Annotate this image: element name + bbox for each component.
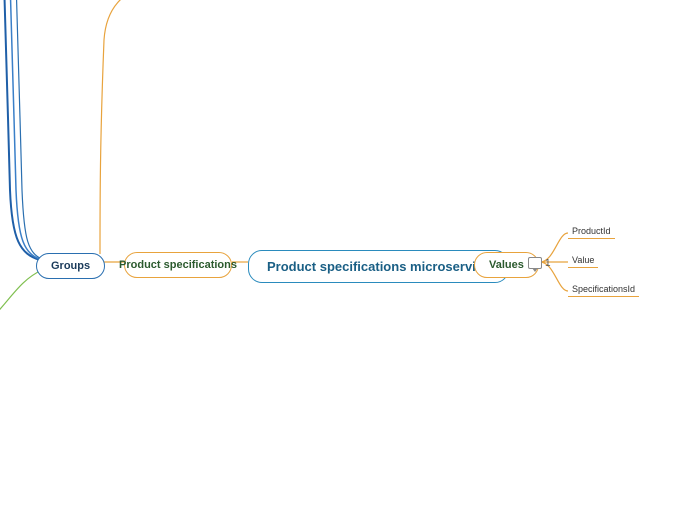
leaf-specificationsid[interactable]: SpecificationsId [572,284,635,294]
comment-icon [528,257,542,269]
node-center[interactable]: Product specifications microservice [248,250,509,283]
comment-count: 1 [545,258,551,269]
node-product-specifications[interactable]: Product specifications [124,252,232,278]
leaf-c-label: SpecificationsId [572,284,635,294]
center-label: Product specifications microservice [267,259,490,274]
left2-label: Groups [51,260,90,272]
right1-label: Values [489,259,524,271]
left1-label: Product specifications [119,259,237,271]
comment-badge[interactable]: 1 [528,257,551,269]
leaf-a-label: ProductId [572,226,611,236]
leaf-value[interactable]: Value [572,255,594,265]
node-groups[interactable]: Groups [36,253,105,279]
leaf-productid[interactable]: ProductId [572,226,611,236]
leaf-b-label: Value [572,255,594,265]
